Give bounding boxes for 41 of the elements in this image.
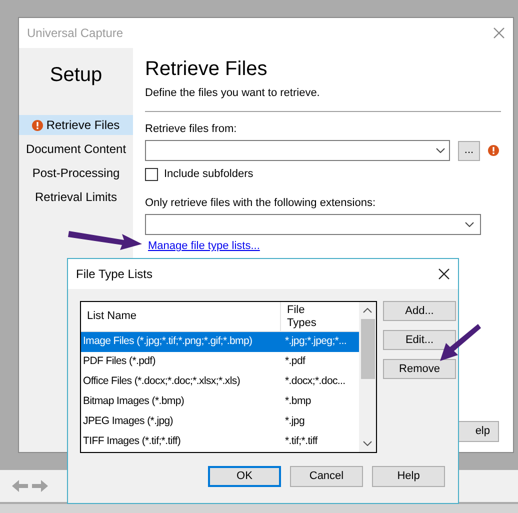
manage-link[interactable]: Manage file type lists... <box>148 240 260 252</box>
arrow-drawing <box>438 321 482 363</box>
column-header[interactable]: File Types <box>287 304 317 330</box>
close-icon[interactable] <box>438 268 450 280</box>
dialog-button[interactable]: Add... <box>383 301 456 321</box>
dialog-title: File Type Lists <box>76 266 152 283</box>
scrollbar[interactable] <box>359 302 376 452</box>
page-title: Retrieve Files <box>145 58 268 80</box>
sidebar-item[interactable]: Document Content <box>19 139 133 159</box>
scroll-down-icon[interactable] <box>363 441 372 446</box>
warning-icon <box>32 120 44 130</box>
column-header[interactable]: List Name <box>87 308 137 325</box>
page-subtitle: Define the files you want to retrieve. <box>145 87 320 99</box>
dialog-button[interactable]: Cancel <box>290 466 363 487</box>
dialog-button[interactable]: OK <box>208 466 281 487</box>
list-row[interactable]: Bitmap Images (*.bmp) *.bmp <box>81 392 359 412</box>
sidebar-item[interactable]: Post-Processing <box>19 163 133 183</box>
left-arrow-icon[interactable] <box>12 480 28 492</box>
checkbox-label: Include subfolders <box>164 167 254 182</box>
dialog-button[interactable]: Edit... <box>383 330 456 350</box>
source-dropdown[interactable] <box>145 140 450 161</box>
dialog-button[interactable]: Help <box>372 466 445 487</box>
list-row[interactable]: JPEG Images (*.jpg) *.jpg <box>81 412 359 432</box>
scroll-up-icon[interactable] <box>363 308 372 313</box>
chevron-down-icon <box>436 148 445 153</box>
chevron-down-icon <box>465 222 474 227</box>
window-title: Universal Capture <box>27 25 124 42</box>
sidebar-heading: Setup <box>50 62 102 88</box>
field-label: Retrieve files from: <box>145 122 237 134</box>
list-row[interactable]: Office Files (*.docx;*.doc;*.xlsx;*.xls) *.docx;*.doc... <box>81 372 359 392</box>
right-arrow-icon[interactable] <box>32 480 48 492</box>
list-row[interactable]: PDF Files (*.pdf) *.pdf <box>81 352 359 372</box>
sidebar-item[interactable]: Retrieve Files <box>19 115 133 135</box>
extensions-dropdown[interactable] <box>145 214 481 235</box>
browse-button[interactable]: ... <box>458 140 480 160</box>
list-row[interactable]: TIFF Images (*.tif;*.tiff) *.tif;*.tiff <box>81 432 359 452</box>
field-label: Only retrieve files with the following extensions: <box>145 196 376 208</box>
checkbox[interactable] <box>145 168 158 181</box>
sidebar-item[interactable]: Retrieval Limits <box>19 187 133 207</box>
dialog-button[interactable]: Remove <box>383 359 456 379</box>
list-row[interactable]: Image Files (*.jpg;*.tif;*.png;*.gif;*.bmp) *.jpg;*.jpeg;*... <box>81 332 359 352</box>
